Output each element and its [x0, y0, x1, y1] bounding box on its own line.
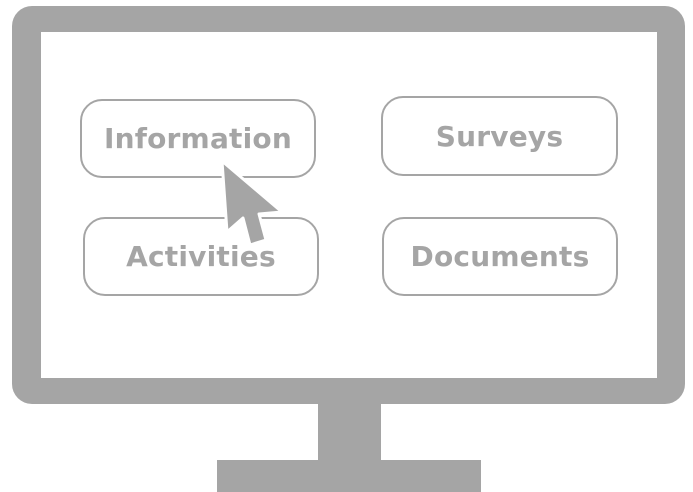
- monitor-stand-base: [217, 460, 481, 492]
- surveys-button-label: Surveys: [435, 119, 564, 153]
- surveys-button[interactable]: Surveys: [381, 96, 618, 176]
- monitor-stand-neck: [318, 404, 381, 461]
- documents-button-label: Documents: [410, 240, 590, 273]
- activities-button-label: Activities: [126, 240, 276, 273]
- activities-button[interactable]: Activities: [83, 217, 319, 296]
- information-button[interactable]: Information: [80, 99, 316, 178]
- information-button-label: Information: [103, 122, 292, 155]
- documents-button[interactable]: Documents: [382, 217, 618, 296]
- monitor-screen: [41, 32, 657, 378]
